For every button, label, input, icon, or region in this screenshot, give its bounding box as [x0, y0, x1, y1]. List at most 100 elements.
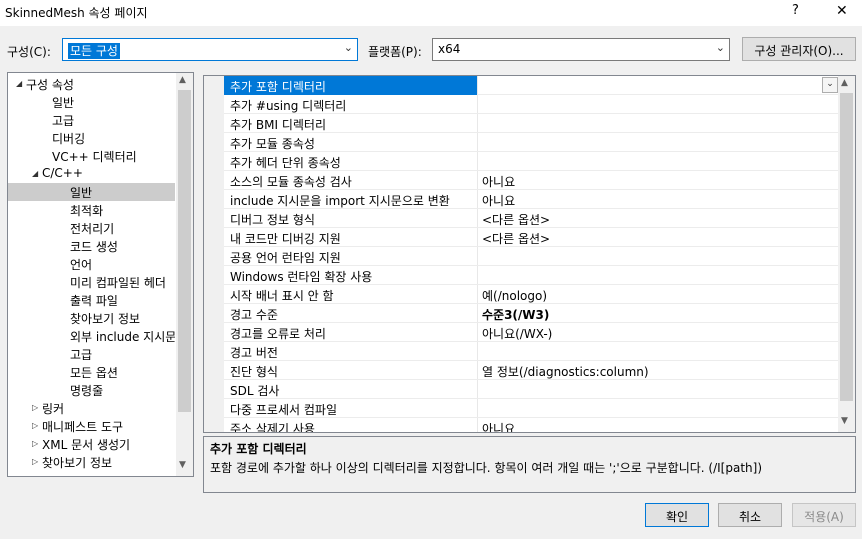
scroll-down-icon[interactable]: ▼ — [841, 416, 848, 426]
grid-gutter — [204, 76, 224, 432]
property-tree: ◢ 구성 속성 일반 고급 디버깅 VC++ 디렉터리 ◢ C/C++ 일반 최적화 전처리기 코드 … — [7, 72, 194, 477]
property-name: 경고 버전 — [230, 346, 278, 360]
property-row[interactable]: 추가 BMI 디렉터리 — [224, 114, 839, 133]
dropdown-icon[interactable]: ⌄ — [822, 77, 838, 93]
property-value[interactable]: 아니요 — [482, 420, 515, 432]
property-row[interactable]: 내 코드만 디버깅 지원 <다른 옵션> — [224, 228, 839, 247]
tree-item[interactable]: 코드 생성 — [8, 237, 175, 255]
tree-item-label: 고급 — [52, 114, 75, 128]
property-value[interactable]: 열 정보(/diagnostics:column) — [482, 363, 649, 380]
scroll-up-icon[interactable]: ▲ — [179, 75, 186, 85]
tree-scrollbar[interactable]: ▲ ▼ — [176, 73, 193, 476]
tree-item-label: C/C++ — [42, 166, 83, 180]
property-value[interactable]: 아니요(/WX-) — [482, 325, 552, 342]
property-value[interactable]: 예(/nologo) — [482, 287, 547, 304]
configuration-label: 구성(C): — [7, 45, 51, 59]
grid-scroll-thumb[interactable] — [840, 93, 853, 401]
property-row[interactable]: 공용 언어 런타임 지원 — [224, 247, 839, 266]
property-row[interactable]: 경고 버전 — [224, 342, 839, 361]
tree-item[interactable]: 디버깅 — [8, 129, 175, 147]
expanded-arrow-icon[interactable]: ◢ — [32, 169, 38, 178]
property-name: 디버그 정보 형식 — [230, 213, 315, 227]
property-row[interactable]: 소스의 모듈 종속성 검사 아니요 — [224, 171, 839, 190]
tree-item-label: 명령줄 — [70, 384, 104, 398]
tree-item[interactable]: VC++ 디렉터리 — [8, 147, 175, 165]
platform-combo[interactable]: x64 ⌄ — [432, 38, 730, 61]
tree-item[interactable]: 미리 컴파일된 헤더 — [8, 273, 175, 291]
tree-item-label: 모든 옵션 — [70, 366, 118, 380]
property-name: 공용 언어 런타임 지원 — [230, 251, 341, 265]
property-row[interactable]: include 지시문을 import 지시문으로 변환 아니요 — [224, 190, 839, 209]
property-row[interactable]: 디버그 정보 형식 <다른 옵션> — [224, 209, 839, 228]
property-name: 소스의 모듈 종속성 검사 — [230, 175, 352, 189]
tree-item-label: 매니페스트 도구 — [42, 420, 124, 434]
collapsed-arrow-icon[interactable]: ▷ — [32, 403, 38, 412]
property-row[interactable]: 추가 모듈 종속성 — [224, 133, 839, 152]
property-row[interactable]: 추가 #using 디렉터리 — [224, 95, 839, 114]
tree-item-label: 구성 속성 — [26, 78, 74, 92]
property-row[interactable]: 다중 프로세서 컴파일 — [224, 399, 839, 418]
close-button[interactable]: ✕ — [836, 3, 848, 19]
tree-item[interactable]: ◢ 구성 속성 — [8, 75, 175, 93]
apply-button[interactable]: 적용(A) — [792, 503, 856, 527]
tree-item[interactable]: 일반 — [8, 183, 175, 201]
property-row[interactable]: 경고를 오류로 처리 아니요(/WX-) — [224, 323, 839, 342]
tree-item[interactable]: 언어 — [8, 255, 175, 273]
description-panel: 추가 포함 디렉터리 포함 경로에 추가할 하나 이상의 디렉터리를 지정합니다… — [203, 436, 856, 493]
expanded-arrow-icon[interactable]: ◢ — [16, 79, 22, 88]
property-value[interactable]: 아니요 — [482, 192, 515, 209]
property-value[interactable]: 아니요 — [482, 173, 515, 190]
tree-item-label: 미리 컴파일된 헤더 — [70, 276, 166, 290]
tree-item[interactable]: 외부 include 지시문 — [8, 327, 175, 345]
tree-scroll-thumb[interactable] — [178, 90, 191, 412]
collapsed-arrow-icon[interactable]: ▷ — [32, 421, 38, 430]
tree-item[interactable]: 최적화 — [8, 201, 175, 219]
tree-item[interactable]: 전처리기 — [8, 219, 175, 237]
tree-item-label: 전처리기 — [70, 222, 115, 236]
property-row[interactable]: Windows 런타임 확장 사용 — [224, 266, 839, 285]
property-row[interactable]: 추가 포함 디렉터리 ⌄ — [224, 76, 839, 95]
cancel-button[interactable]: 취소 — [718, 503, 782, 527]
ok-button[interactable]: 확인 — [645, 503, 709, 527]
tree-item[interactable]: ▷ 찾아보기 정보 — [8, 453, 175, 471]
tree-item[interactable]: ▷ XML 문서 생성기 — [8, 435, 175, 453]
property-name: 진단 형식 — [230, 365, 278, 379]
collapsed-arrow-icon[interactable]: ▷ — [32, 439, 38, 448]
property-name: 추가 모듈 종속성 — [230, 137, 315, 151]
property-row[interactable]: 추가 헤더 단위 종속성 — [224, 152, 839, 171]
property-value[interactable]: <다른 옵션> — [482, 211, 550, 228]
help-button[interactable]: ? — [792, 3, 799, 18]
tree-item[interactable]: ◢ C/C++ — [8, 165, 175, 183]
tree-item[interactable]: 일반 — [8, 93, 175, 111]
property-row[interactable]: SDL 검사 — [224, 380, 839, 399]
configuration-manager-button[interactable]: 구성 관리자(O)... — [742, 37, 856, 61]
property-name: 추가 BMI 디렉터리 — [230, 118, 326, 132]
platform-label: 플랫폼(P): — [368, 45, 422, 59]
property-row[interactable]: 경고 수준 수준3(/W3) — [224, 304, 839, 323]
property-name: include 지시문을 import 지시문으로 변환 — [230, 194, 450, 208]
configuration-combo[interactable]: 모든 구성 ⌄ — [62, 38, 358, 61]
property-value[interactable]: <다른 옵션> — [482, 230, 550, 247]
property-name: 추가 포함 디렉터리 — [230, 80, 326, 94]
tree-item[interactable]: 모든 옵션 — [8, 363, 175, 381]
property-row[interactable]: 시작 배너 표시 안 함 예(/nologo) — [224, 285, 839, 304]
tree-item[interactable]: 찾아보기 정보 — [8, 309, 175, 327]
tree-item[interactable]: ▷ 매니페스트 도구 — [8, 417, 175, 435]
tree-item-label: 링커 — [42, 402, 65, 416]
description-title: 추가 포함 디렉터리 — [210, 442, 307, 456]
tree-item[interactable]: 출력 파일 — [8, 291, 175, 309]
tree-item[interactable]: 명령줄 — [8, 381, 175, 399]
property-row[interactable]: 진단 형식 열 정보(/diagnostics:column) — [224, 361, 839, 380]
scroll-up-icon[interactable]: ▲ — [841, 78, 848, 88]
description-text: 포함 경로에 추가할 하나 이상의 디렉터리를 지정합니다. 항목이 여러 개일… — [210, 461, 763, 475]
tree-item[interactable]: ▷ 링커 — [8, 399, 175, 417]
collapsed-arrow-icon[interactable]: ▷ — [32, 457, 38, 466]
property-name: 다중 프로세서 컴파일 — [230, 403, 337, 417]
property-row[interactable]: 주소 삭제기 사용 아니요 — [224, 418, 839, 432]
tree-item[interactable]: 고급 — [8, 345, 175, 363]
scroll-down-icon[interactable]: ▼ — [179, 460, 186, 470]
tree-item-label: 디버깅 — [52, 132, 86, 146]
tree-item[interactable]: 고급 — [8, 111, 175, 129]
property-value[interactable]: 수준3(/W3) — [482, 306, 549, 323]
grid-scrollbar[interactable]: ▲ ▼ — [838, 76, 855, 432]
